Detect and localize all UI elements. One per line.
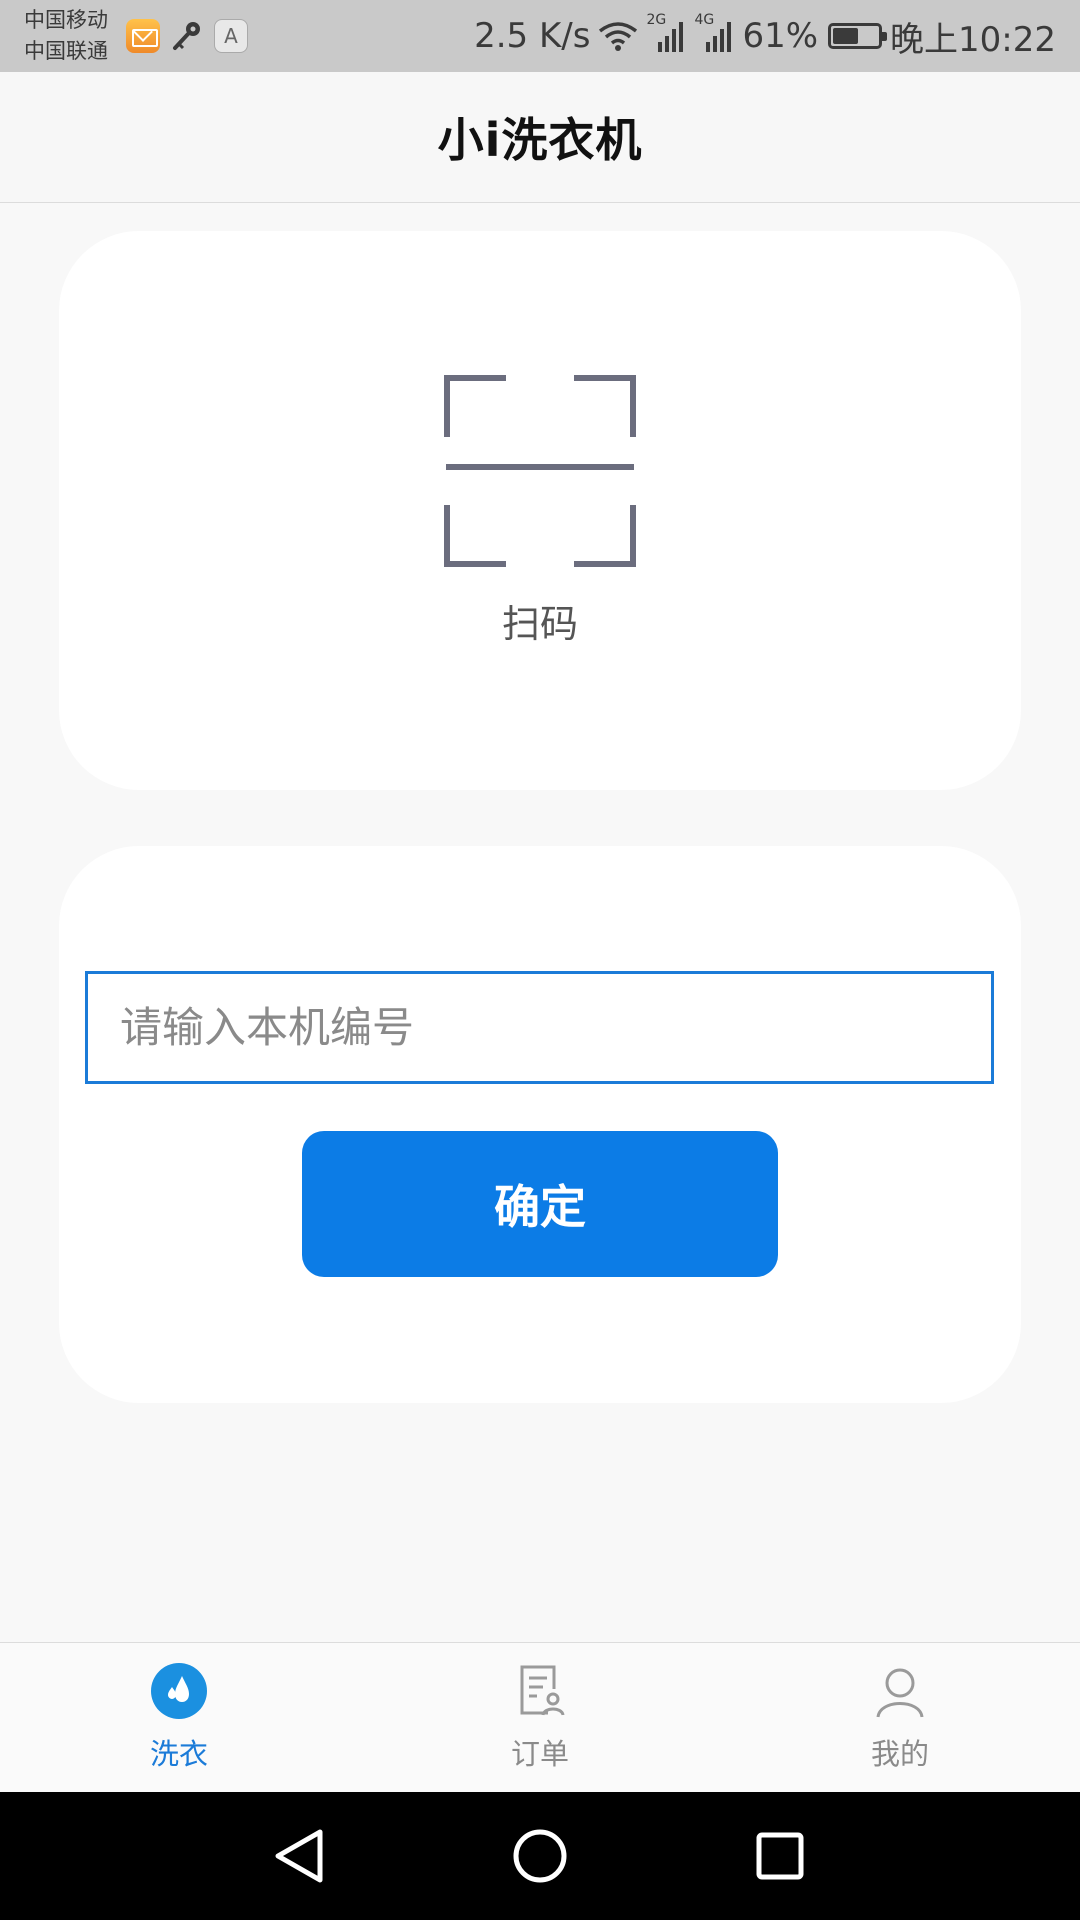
order-document-icon [520,1665,565,1716]
clock: 晚上10:22 [890,19,1056,60]
tab-mine[interactable]: 我的 [800,1643,1000,1793]
battery-percent: 61% [742,16,819,56]
network-4g-label: 4G [694,12,715,28]
system-nav-bar [0,1792,1080,1920]
mail-icon [126,19,160,53]
status-bar: 中国移动 中国联通 A 2.5 K/s 2G 4G 61% 晚上10:22 [0,0,1080,72]
user-icon [876,1668,924,1718]
scan-label[interactable]: 扫码 [59,593,1021,648]
battery-icon [828,23,888,49]
recent-apps-icon[interactable] [740,1816,820,1896]
page-title: 小i洗衣机 [437,113,643,167]
network-2g-label: 2G [646,12,667,28]
carrier-names: 中国移动 中国联通 [24,5,108,67]
back-icon[interactable] [260,1816,340,1896]
net-speed: 2.5 K/s [474,16,591,56]
scan-icon[interactable] [444,375,636,567]
tab-label: 订单 [510,1737,569,1771]
tab-label: 洗衣 [149,1737,208,1771]
a-icon: A [214,19,248,53]
carrier-2: 中国联通 [24,39,108,63]
tab-wash[interactable]: 洗衣 [79,1643,279,1793]
water-drop-icon [151,1663,207,1719]
wifi-icon [598,20,638,52]
title-bar: 小i洗衣机 [0,72,1080,203]
signal-icon: 4G [694,12,734,52]
bottom-tab-bar: 洗衣 订单 我的 [0,1642,1080,1792]
tab-orders[interactable]: 订单 [440,1643,640,1793]
confirm-button[interactable]: 确定 [302,1131,778,1277]
key-icon [170,19,204,53]
status-right: 2.5 K/s 2G 4G 61% 晚上10:22 [466,12,1056,61]
battery-fill [833,28,859,44]
tab-label: 我的 [870,1737,929,1771]
input-card [59,846,1021,1403]
scan-card[interactable]: 扫码 [59,231,1021,790]
home-icon[interactable] [500,1816,580,1896]
signal-icon: 2G [646,12,686,52]
machine-number-input[interactable] [85,971,994,1084]
carrier-1: 中国移动 [24,8,108,32]
